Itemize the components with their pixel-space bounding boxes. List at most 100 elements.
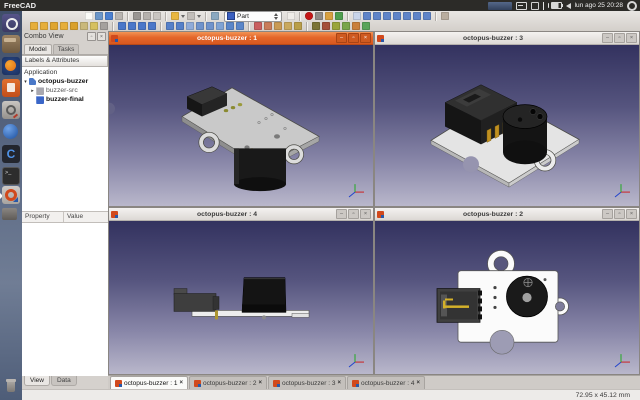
mdi-tab-4[interactable]: octopus-buzzer : 4 — [347, 376, 425, 389]
loft-icon[interactable] — [226, 22, 234, 30]
tab-close-icon[interactable] — [416, 380, 420, 386]
measure-clear-icon[interactable] — [342, 22, 350, 30]
measure-refresh-icon[interactable] — [332, 22, 340, 30]
workbench-selector[interactable]: Part — [224, 11, 282, 22]
minimize-button[interactable]: – — [336, 33, 347, 43]
viewport-3-3d-view[interactable] — [375, 45, 639, 206]
viewport-4-3d-view[interactable] — [109, 221, 373, 374]
c-application-icon[interactable] — [2, 145, 20, 163]
create-primitives-icon[interactable] — [90, 22, 98, 30]
offset-3d-icon[interactable] — [274, 22, 282, 30]
tube-icon[interactable] — [80, 22, 88, 30]
expander-closed-icon[interactable]: ▸ — [29, 88, 36, 94]
keyboard-icon[interactable] — [516, 2, 527, 10]
viewport-3-titlebar[interactable]: octopus-buzzer : 3 –▫× — [375, 32, 639, 45]
trash-icon[interactable] — [2, 377, 20, 395]
close-button[interactable]: × — [360, 209, 371, 219]
files-icon[interactable] — [2, 35, 20, 53]
paste-icon[interactable] — [153, 12, 161, 20]
close-button[interactable]: × — [360, 33, 371, 43]
mdi-tab-2[interactable]: octopus-buzzer : 2 — [189, 376, 267, 389]
whatsthis-icon[interactable] — [287, 12, 295, 20]
dock-float-button[interactable] — [87, 32, 96, 41]
viewport-4-titlebar[interactable]: octopus-buzzer : 4 –▫× — [109, 208, 373, 221]
boolean-intersection-icon[interactable] — [148, 22, 156, 30]
shape-builder-icon[interactable] — [100, 22, 108, 30]
minimize-button[interactable]: – — [602, 209, 613, 219]
revolve-icon[interactable] — [176, 22, 184, 30]
save-icon[interactable] — [105, 12, 113, 20]
chamfer-icon[interactable] — [206, 22, 214, 30]
indicator-applet-icon[interactable] — [488, 2, 512, 10]
sweep-icon[interactable] — [236, 22, 244, 30]
sphere-icon[interactable] — [50, 22, 58, 30]
viewport-2-3d-view[interactable] — [375, 221, 639, 374]
volume-icon[interactable] — [566, 3, 571, 9]
blue-sphere-app-icon[interactable] — [2, 123, 20, 141]
dock-close-button[interactable] — [97, 32, 106, 41]
extrude-icon[interactable] — [166, 22, 174, 30]
property-table-body[interactable] — [22, 223, 108, 376]
macro-stop-icon[interactable] — [315, 12, 323, 20]
tab-view[interactable]: View — [24, 376, 50, 386]
restore-button[interactable]: ▫ — [614, 33, 625, 43]
close-button[interactable]: × — [626, 209, 637, 219]
tree-item-buzzer-final[interactable]: buzzer-final — [22, 95, 108, 104]
mirror-icon[interactable] — [186, 22, 194, 30]
tab-close-icon[interactable] — [337, 380, 341, 386]
refresh-icon[interactable] — [211, 12, 219, 20]
column-value[interactable]: Value — [64, 212, 83, 222]
viewport-1-3d-view[interactable] — [109, 45, 373, 206]
tab-model[interactable]: Model — [24, 44, 52, 54]
view-rear-icon[interactable] — [403, 12, 411, 20]
cone-icon[interactable] — [60, 22, 68, 30]
redo-icon[interactable] — [187, 12, 195, 20]
viewport-2-titlebar[interactable]: octopus-buzzer : 2 –▫× — [375, 208, 639, 221]
tab-close-icon[interactable] — [258, 380, 262, 386]
battery-icon[interactable] — [551, 2, 562, 9]
offset-2d-icon[interactable] — [284, 22, 292, 30]
boolean-cut-icon[interactable] — [128, 22, 136, 30]
tab-tasks[interactable]: Tasks — [53, 44, 80, 54]
section-icon[interactable] — [254, 22, 262, 30]
undo-more-icon[interactable] — [181, 12, 185, 20]
view-isometric-icon[interactable] — [363, 12, 371, 20]
session-menu-icon[interactable] — [627, 1, 637, 11]
view-right-icon[interactable] — [393, 12, 401, 20]
measure-toggle-3d-icon[interactable] — [362, 22, 370, 30]
cross-sections-icon[interactable] — [264, 22, 272, 30]
torus-icon[interactable] — [70, 22, 78, 30]
cylinder-icon[interactable] — [40, 22, 48, 30]
draw-style-icon[interactable] — [441, 12, 449, 20]
measure-toggle-all-icon[interactable] — [352, 22, 360, 30]
macro-execute-icon[interactable] — [335, 12, 343, 20]
undo-icon[interactable] — [171, 12, 179, 20]
redo-more-icon[interactable] — [197, 12, 201, 20]
macro-edit-icon[interactable] — [325, 12, 333, 20]
cut-icon[interactable] — [133, 12, 141, 20]
box-icon[interactable] — [30, 22, 38, 30]
mdi-tab-3[interactable]: octopus-buzzer : 3 — [268, 376, 346, 389]
boolean-union-icon[interactable] — [138, 22, 146, 30]
ubuntu-software-icon[interactable] — [2, 79, 20, 97]
firefox-icon[interactable] — [2, 57, 20, 75]
minimize-button[interactable]: – — [336, 209, 347, 219]
make-face-icon[interactable] — [216, 22, 224, 30]
clock[interactable]: lun ago 25 20:28 — [575, 2, 623, 9]
macro-record-icon[interactable] — [305, 12, 313, 20]
archive-icon[interactable] — [2, 208, 17, 220]
view-front-icon[interactable] — [373, 12, 381, 20]
view-top-icon[interactable] — [383, 12, 391, 20]
column-property[interactable]: Property — [22, 212, 64, 222]
tree-item-buzzer-src[interactable]: ▸ buzzer-src — [22, 86, 108, 95]
copy-icon[interactable] — [143, 12, 151, 20]
tab-data[interactable]: Data — [51, 376, 77, 386]
boolean-icon[interactable] — [118, 22, 126, 30]
freecad-launcher-icon[interactable] — [2, 186, 20, 204]
view-left-icon[interactable] — [423, 12, 431, 20]
thickness-icon[interactable] — [294, 22, 302, 30]
measure-linear-icon[interactable] — [312, 22, 320, 30]
restore-button[interactable]: ▫ — [348, 209, 359, 219]
dash-home-icon[interactable] — [2, 14, 20, 32]
mdi-tab-1[interactable]: octopus-buzzer : 1 — [110, 376, 188, 389]
